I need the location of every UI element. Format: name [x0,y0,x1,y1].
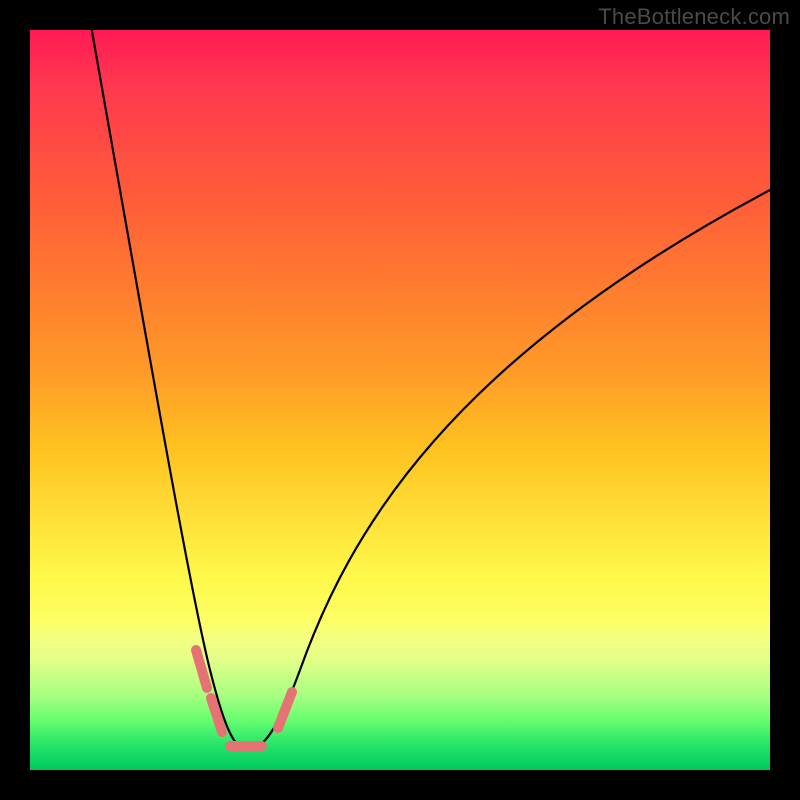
curve-marker [278,692,292,728]
bottleneck-curve [90,30,770,750]
watermark-text: TheBottleneck.com [598,4,790,30]
chart-svg [30,30,770,770]
curve-marker [211,698,222,732]
chart-plot-area [30,30,770,770]
curve-marker [196,650,207,688]
